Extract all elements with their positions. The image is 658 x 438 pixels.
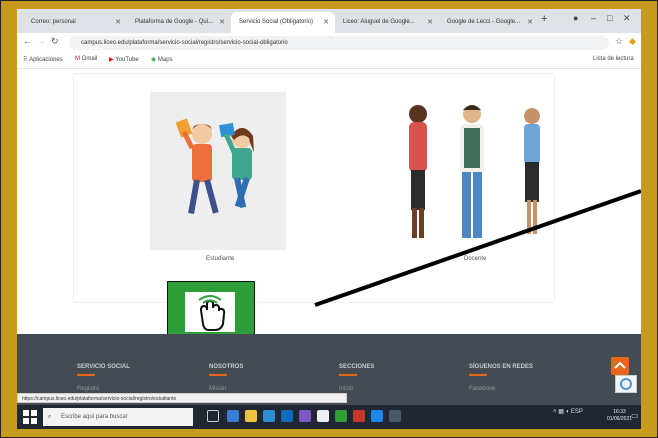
close-icon[interactable]: ✕ — [219, 12, 225, 33]
app-icon[interactable] — [335, 410, 347, 422]
search-placeholder: Escribe aquí para buscar — [61, 414, 128, 420]
mail-icon[interactable] — [281, 410, 293, 422]
chevron-up-icon[interactable]: ˄ — [553, 409, 557, 415]
footer-link[interactable]: Inicio — [339, 386, 374, 392]
reload-icon[interactable]: ↻ — [51, 36, 59, 47]
close-icon[interactable]: ✕ — [527, 12, 533, 33]
hand-pointer-icon — [185, 292, 235, 332]
youtube-icon: ▶ — [109, 57, 114, 63]
footer-accent-bar — [209, 374, 227, 376]
browser-window: Correo: personal ✕ Plataforma de Google … — [17, 9, 641, 429]
footer-column: SECCIONES Inicio — [339, 364, 374, 392]
system-tray[interactable]: ˄ ▦ ◖ ESP — [553, 408, 583, 415]
url-text: campus.liceo.edu/plataforma/servicio-soc… — [81, 40, 288, 46]
back-icon[interactable]: ← — [23, 36, 32, 46]
bookmark-label: YouTube — [115, 57, 139, 63]
tab-bar: Correo: personal ✕ Plataforma de Google … — [17, 9, 641, 33]
windows-start-icon[interactable] — [23, 410, 37, 424]
apps-icon: ⠿ — [23, 57, 28, 63]
address-bar: ← → ↻ campus.liceo.edu/plataforma/servic… — [17, 33, 641, 54]
maximize-icon[interactable]: □ — [607, 13, 612, 23]
clock-time: 16:33 — [613, 409, 626, 415]
footer-heading: SÍGUENOS EN REDES — [469, 364, 534, 370]
clock-date: 01/06/2021 — [607, 416, 633, 422]
bookmark-label: Maps — [157, 57, 173, 63]
tab-5[interactable]: Google de Lecci - Google... ✕ — [439, 12, 539, 33]
gmail-icon: M — [75, 56, 80, 62]
app-icon[interactable] — [353, 410, 365, 422]
url-field[interactable]: campus.liceo.edu/plataforma/servicio-soc… — [69, 36, 609, 50]
close-window-icon[interactable]: ✕ — [623, 13, 631, 24]
footer-column: SÍGUENOS EN REDES Facebook — [469, 364, 533, 392]
tab-4[interactable]: Liceo: Aluguel de Google... ✕ — [335, 12, 439, 33]
bookmark-label: Aplicaciones — [29, 57, 63, 63]
file-explorer-icon[interactable] — [245, 410, 257, 422]
tab-label: Correo: personal — [31, 19, 76, 25]
footer-heading: SECCIONES — [339, 364, 375, 370]
reading-list[interactable]: Lista de lectura — [593, 56, 634, 62]
windows-taskbar: ⌕ Escribe aquí para buscar ˄ ▦ ◖ ESP 16:… — [17, 405, 641, 429]
footer-link[interactable]: Registro — [77, 386, 130, 392]
store-icon[interactable] — [263, 410, 275, 422]
app-icon[interactable] — [389, 410, 401, 422]
maps-icon: ◉ — [151, 57, 157, 63]
chrome-icon[interactable] — [317, 410, 329, 422]
app-icon[interactable] — [371, 410, 383, 422]
task-view-icon[interactable] — [207, 410, 219, 422]
recaptcha-icon — [620, 378, 632, 390]
reading-list-label: Lista de lectura — [593, 56, 634, 62]
footer-heading: SERVICIO SOCIAL — [77, 364, 130, 370]
tab-label: Liceo: Aluguel de Google... — [343, 19, 415, 25]
close-icon[interactable]: ✕ — [323, 12, 329, 33]
bookmarks-bar: ⠿ Aplicaciones M Gmail ▶ YouTube ◉ Maps … — [17, 53, 641, 69]
bookmark-label: Gmail — [81, 56, 98, 62]
bookmark-youtube[interactable]: ▶ YouTube — [109, 56, 139, 63]
forward-icon[interactable]: → — [37, 36, 46, 46]
volume-icon[interactable]: ◖ — [566, 409, 570, 415]
star-icon[interactable]: ☆ — [615, 36, 623, 47]
network-icon[interactable]: ▦ — [558, 409, 564, 415]
search-icon: ⌕ — [48, 414, 52, 420]
close-icon[interactable]: ✕ — [427, 12, 433, 33]
taskbar-clock[interactable]: 16:33 01/06/2021 — [607, 409, 632, 423]
bookmark-apps[interactable]: ⠿ Aplicaciones — [23, 56, 63, 63]
status-url-text: https://campus.liceo.edu/plataforma/serv… — [22, 396, 177, 402]
tab-2[interactable]: Plataforma de Google - Qui... ✕ — [127, 12, 231, 33]
tab-label: Servicio Social (Obligatorio) — [239, 19, 314, 25]
teams-icon[interactable] — [299, 410, 311, 422]
footer-column: NOSOTROS Misión — [209, 364, 243, 392]
footer-accent-bar — [339, 374, 357, 376]
footer-link[interactable]: Facebook — [469, 386, 533, 392]
edge-icon[interactable] — [227, 410, 239, 422]
footer-heading: NOSOTROS — [209, 364, 244, 370]
profile-icon[interactable]: ● — [573, 13, 578, 23]
tab-label: Plataforma de Google - Qui... — [135, 19, 214, 25]
footer-link[interactable]: Misión — [209, 386, 243, 392]
taskbar-search-input[interactable]: ⌕ Escribe aquí para buscar — [43, 408, 193, 426]
status-url-preview: https://campus.liceo.edu/plataforma/serv… — [17, 393, 347, 403]
tab-label: Google de Lecci - Google... — [447, 19, 521, 25]
bookmark-maps[interactable]: ◉ Maps — [151, 56, 173, 63]
new-tab-button[interactable]: + — [541, 13, 547, 25]
bookmark-gmail[interactable]: M Gmail — [75, 56, 97, 62]
close-icon[interactable]: ✕ — [115, 12, 121, 33]
chevron-up-icon — [614, 361, 626, 369]
tab-1[interactable]: Correo: personal ✕ — [23, 12, 127, 33]
screenshot-frame: Correo: personal ✕ Plataforma de Google … — [0, 0, 658, 438]
footer-column: SERVICIO SOCIAL Registro — [77, 364, 130, 392]
scroll-to-top-button[interactable] — [611, 357, 629, 375]
page-content: Estudiante Docente SERVICIO SOCIAL Regis… — [17, 69, 641, 405]
footer-accent-bar — [77, 374, 95, 376]
extension-icon[interactable]: ◆ — [629, 36, 636, 47]
tab-3-active[interactable]: Servicio Social (Obligatorio) ✕ — [231, 12, 335, 33]
notifications-icon[interactable]: ▭ — [631, 411, 639, 420]
minimize-icon[interactable]: – — [591, 13, 596, 23]
language-indicator[interactable]: ESP — [571, 409, 583, 415]
footer-accent-bar — [469, 374, 487, 376]
recaptcha-badge — [615, 375, 637, 393]
